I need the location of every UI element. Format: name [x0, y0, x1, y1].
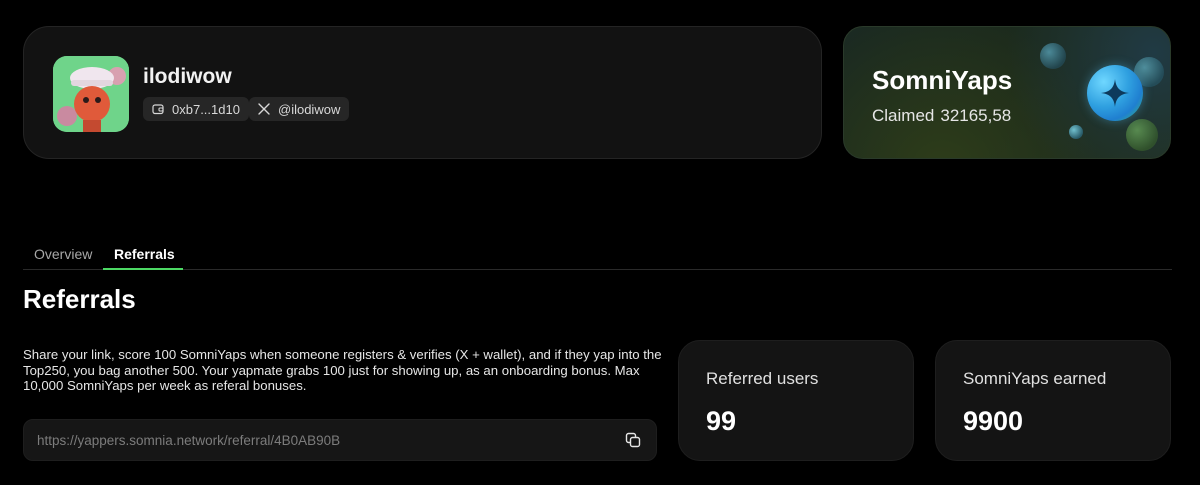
- username: ilodiwow: [143, 65, 232, 88]
- decorative-bubble: [1126, 119, 1158, 151]
- x-handle: @ilodiwow: [278, 101, 341, 117]
- wallet-address-chip[interactable]: 0xb7...1d10: [143, 97, 249, 121]
- wallet-icon: [152, 104, 164, 115]
- avatar-image: [53, 56, 129, 132]
- stat-value: 99: [706, 406, 737, 436]
- referral-link[interactable]: https://yappers.somnia.network/referral/…: [37, 433, 623, 448]
- referral-description: Share your link, score 100 SomniYaps whe…: [23, 347, 662, 393]
- stat-label: SomniYaps earned: [963, 369, 1107, 388]
- claimed-value: 32165,58: [940, 106, 1012, 125]
- wallet-address: 0xb7...1d10: [172, 101, 240, 117]
- active-tab-indicator: [103, 268, 183, 270]
- profile-card: ilodiwow 0xb7...1d10 @ilodiwow: [23, 26, 822, 159]
- brand-title: SomniYaps: [872, 65, 1013, 95]
- tab-referrals[interactable]: Referrals: [114, 246, 175, 262]
- copy-button[interactable]: [623, 430, 643, 450]
- somniyaps-earned-card: SomniYaps earned 9900: [935, 340, 1171, 461]
- sparkle-icon: [1101, 79, 1129, 107]
- stat-label: Referred users: [706, 369, 819, 388]
- x-handle-chip[interactable]: @ilodiwow: [249, 97, 350, 121]
- x-logo-icon: [258, 103, 270, 115]
- stat-value: 9900: [963, 406, 1024, 436]
- copy-icon: [625, 432, 641, 448]
- referred-users-card: Referred users 99: [678, 340, 914, 461]
- avatar: [53, 56, 129, 132]
- claimed-label: Claimed: [872, 106, 935, 125]
- claimed-amount: Claimed 32165,58: [872, 106, 1011, 126]
- somniyaps-balance-card: SomniYaps Claimed 32165,58: [843, 26, 1171, 159]
- decorative-bubble: [1069, 125, 1083, 139]
- decorative-bubble: [1040, 43, 1066, 69]
- referral-link-field[interactable]: https://yappers.somnia.network/referral/…: [23, 419, 657, 461]
- somnia-sparkle-logo: [1087, 65, 1143, 121]
- page-title: Referrals: [23, 284, 136, 314]
- tab-divider: [23, 269, 1172, 270]
- tab-bar: Overview Referrals: [23, 242, 1172, 270]
- tab-overview[interactable]: Overview: [34, 246, 92, 262]
